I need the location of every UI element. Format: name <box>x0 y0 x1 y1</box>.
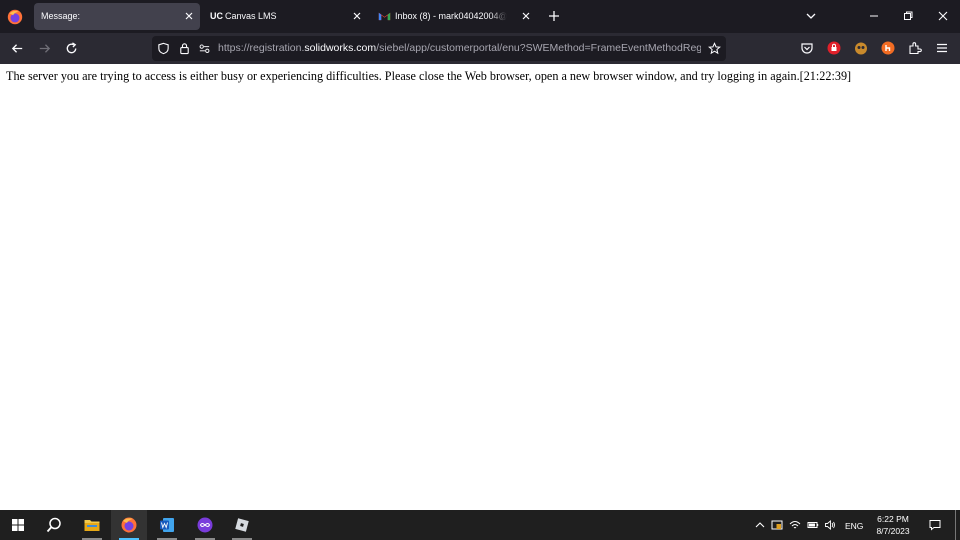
canvas-favicon-icon: UC <box>210 11 223 21</box>
notifications-icon[interactable] <box>929 519 941 531</box>
battery-icon[interactable] <box>807 519 819 531</box>
clock-time: 6:22 PM <box>877 514 909 524</box>
url-path: /siebel/app/customerportal/enu?SWEMethod… <box>376 42 701 54</box>
url-domain: solidworks.com <box>304 42 377 54</box>
back-arrow-icon[interactable] <box>10 41 25 56</box>
input-language-indicator[interactable]: ENG <box>845 521 863 531</box>
meet-now-icon[interactable] <box>771 519 783 531</box>
purple-app-icon <box>197 517 213 533</box>
windows-taskbar: ENG 6:22 PM 8/7/2023 <box>0 510 960 540</box>
microsoft-word-icon <box>160 518 174 532</box>
minimize-icon[interactable] <box>868 10 880 22</box>
firefox-taskbar-button[interactable] <box>111 510 147 540</box>
tampermonkey-extension-icon[interactable] <box>854 41 868 55</box>
roblox-icon <box>235 518 249 532</box>
clock-date: 8/7/2023 <box>876 526 910 536</box>
file-explorer-button[interactable] <box>74 510 110 540</box>
close-tab-icon[interactable] <box>183 10 195 22</box>
search-icon <box>46 517 61 533</box>
password-manager-extension-icon[interactable] <box>827 41 841 55</box>
hamburger-menu-icon[interactable] <box>935 41 949 55</box>
reload-icon[interactable] <box>64 41 79 56</box>
permissions-icon[interactable] <box>198 42 211 55</box>
tab-gmail-inbox[interactable]: Inbox (8) - mark04042004@gmail.com <box>372 3 538 30</box>
url-prefix: https://registration. <box>218 42 305 54</box>
new-tab-plus-icon[interactable] <box>547 9 561 23</box>
address-bar[interactable]: https://registration.solidworks.com/sieb… <box>152 36 726 61</box>
solidworks-launcher-button[interactable] <box>187 510 223 540</box>
navigation-toolbar: https://registration.solidworks.com/sieb… <box>0 33 960 64</box>
list-all-tabs-chevron-icon[interactable] <box>805 10 817 22</box>
windows-logo-icon <box>12 519 24 531</box>
forward-arrow-icon[interactable] <box>37 41 52 56</box>
folder-icon <box>84 520 100 531</box>
tracking-protection-shield-icon[interactable] <box>157 42 170 55</box>
volume-icon[interactable] <box>824 519 836 531</box>
close-tab-icon[interactable] <box>351 10 363 22</box>
tab-canvas-lms[interactable]: UC Canvas LMS <box>203 3 369 30</box>
show-hidden-icons-chevron-icon[interactable] <box>754 519 766 531</box>
close-window-icon[interactable] <box>937 10 949 22</box>
show-desktop-button[interactable] <box>955 510 956 540</box>
restore-icon[interactable] <box>902 10 914 22</box>
firefox-icon <box>121 517 137 533</box>
roblox-taskbar-button[interactable] <box>224 510 260 540</box>
bookmark-star-icon[interactable] <box>708 42 721 55</box>
gmail-icon <box>378 12 391 21</box>
tab-title: Message: <box>41 11 81 21</box>
system-clock[interactable]: 6:22 PM 8/7/2023 <box>868 513 918 537</box>
close-tab-icon[interactable] <box>520 10 532 22</box>
tab-title: Inbox (8) - mark04042004@gmail.com <box>395 11 507 21</box>
wifi-icon[interactable] <box>789 519 801 531</box>
firefox-menu-icon[interactable] <box>6 8 24 26</box>
url-text[interactable]: https://registration.solidworks.com/sieb… <box>218 36 701 61</box>
search-button[interactable] <box>36 510 72 540</box>
honey-extension-icon[interactable] <box>881 41 895 55</box>
extensions-puzzle-icon[interactable] <box>908 41 922 55</box>
tab-title: Canvas LMS <box>225 11 277 21</box>
page-content: The server you are trying to access is e… <box>0 64 960 510</box>
tab-message[interactable]: Message: <box>34 3 200 30</box>
lock-icon[interactable] <box>178 42 191 55</box>
pocket-icon[interactable] <box>800 41 814 55</box>
tab-strip: Message: UC Canvas LMS Inbox (8) - mark0… <box>0 0 960 33</box>
server-error-message: The server you are trying to access is e… <box>6 69 852 83</box>
word-taskbar-button[interactable] <box>149 510 185 540</box>
start-button[interactable] <box>0 510 36 540</box>
